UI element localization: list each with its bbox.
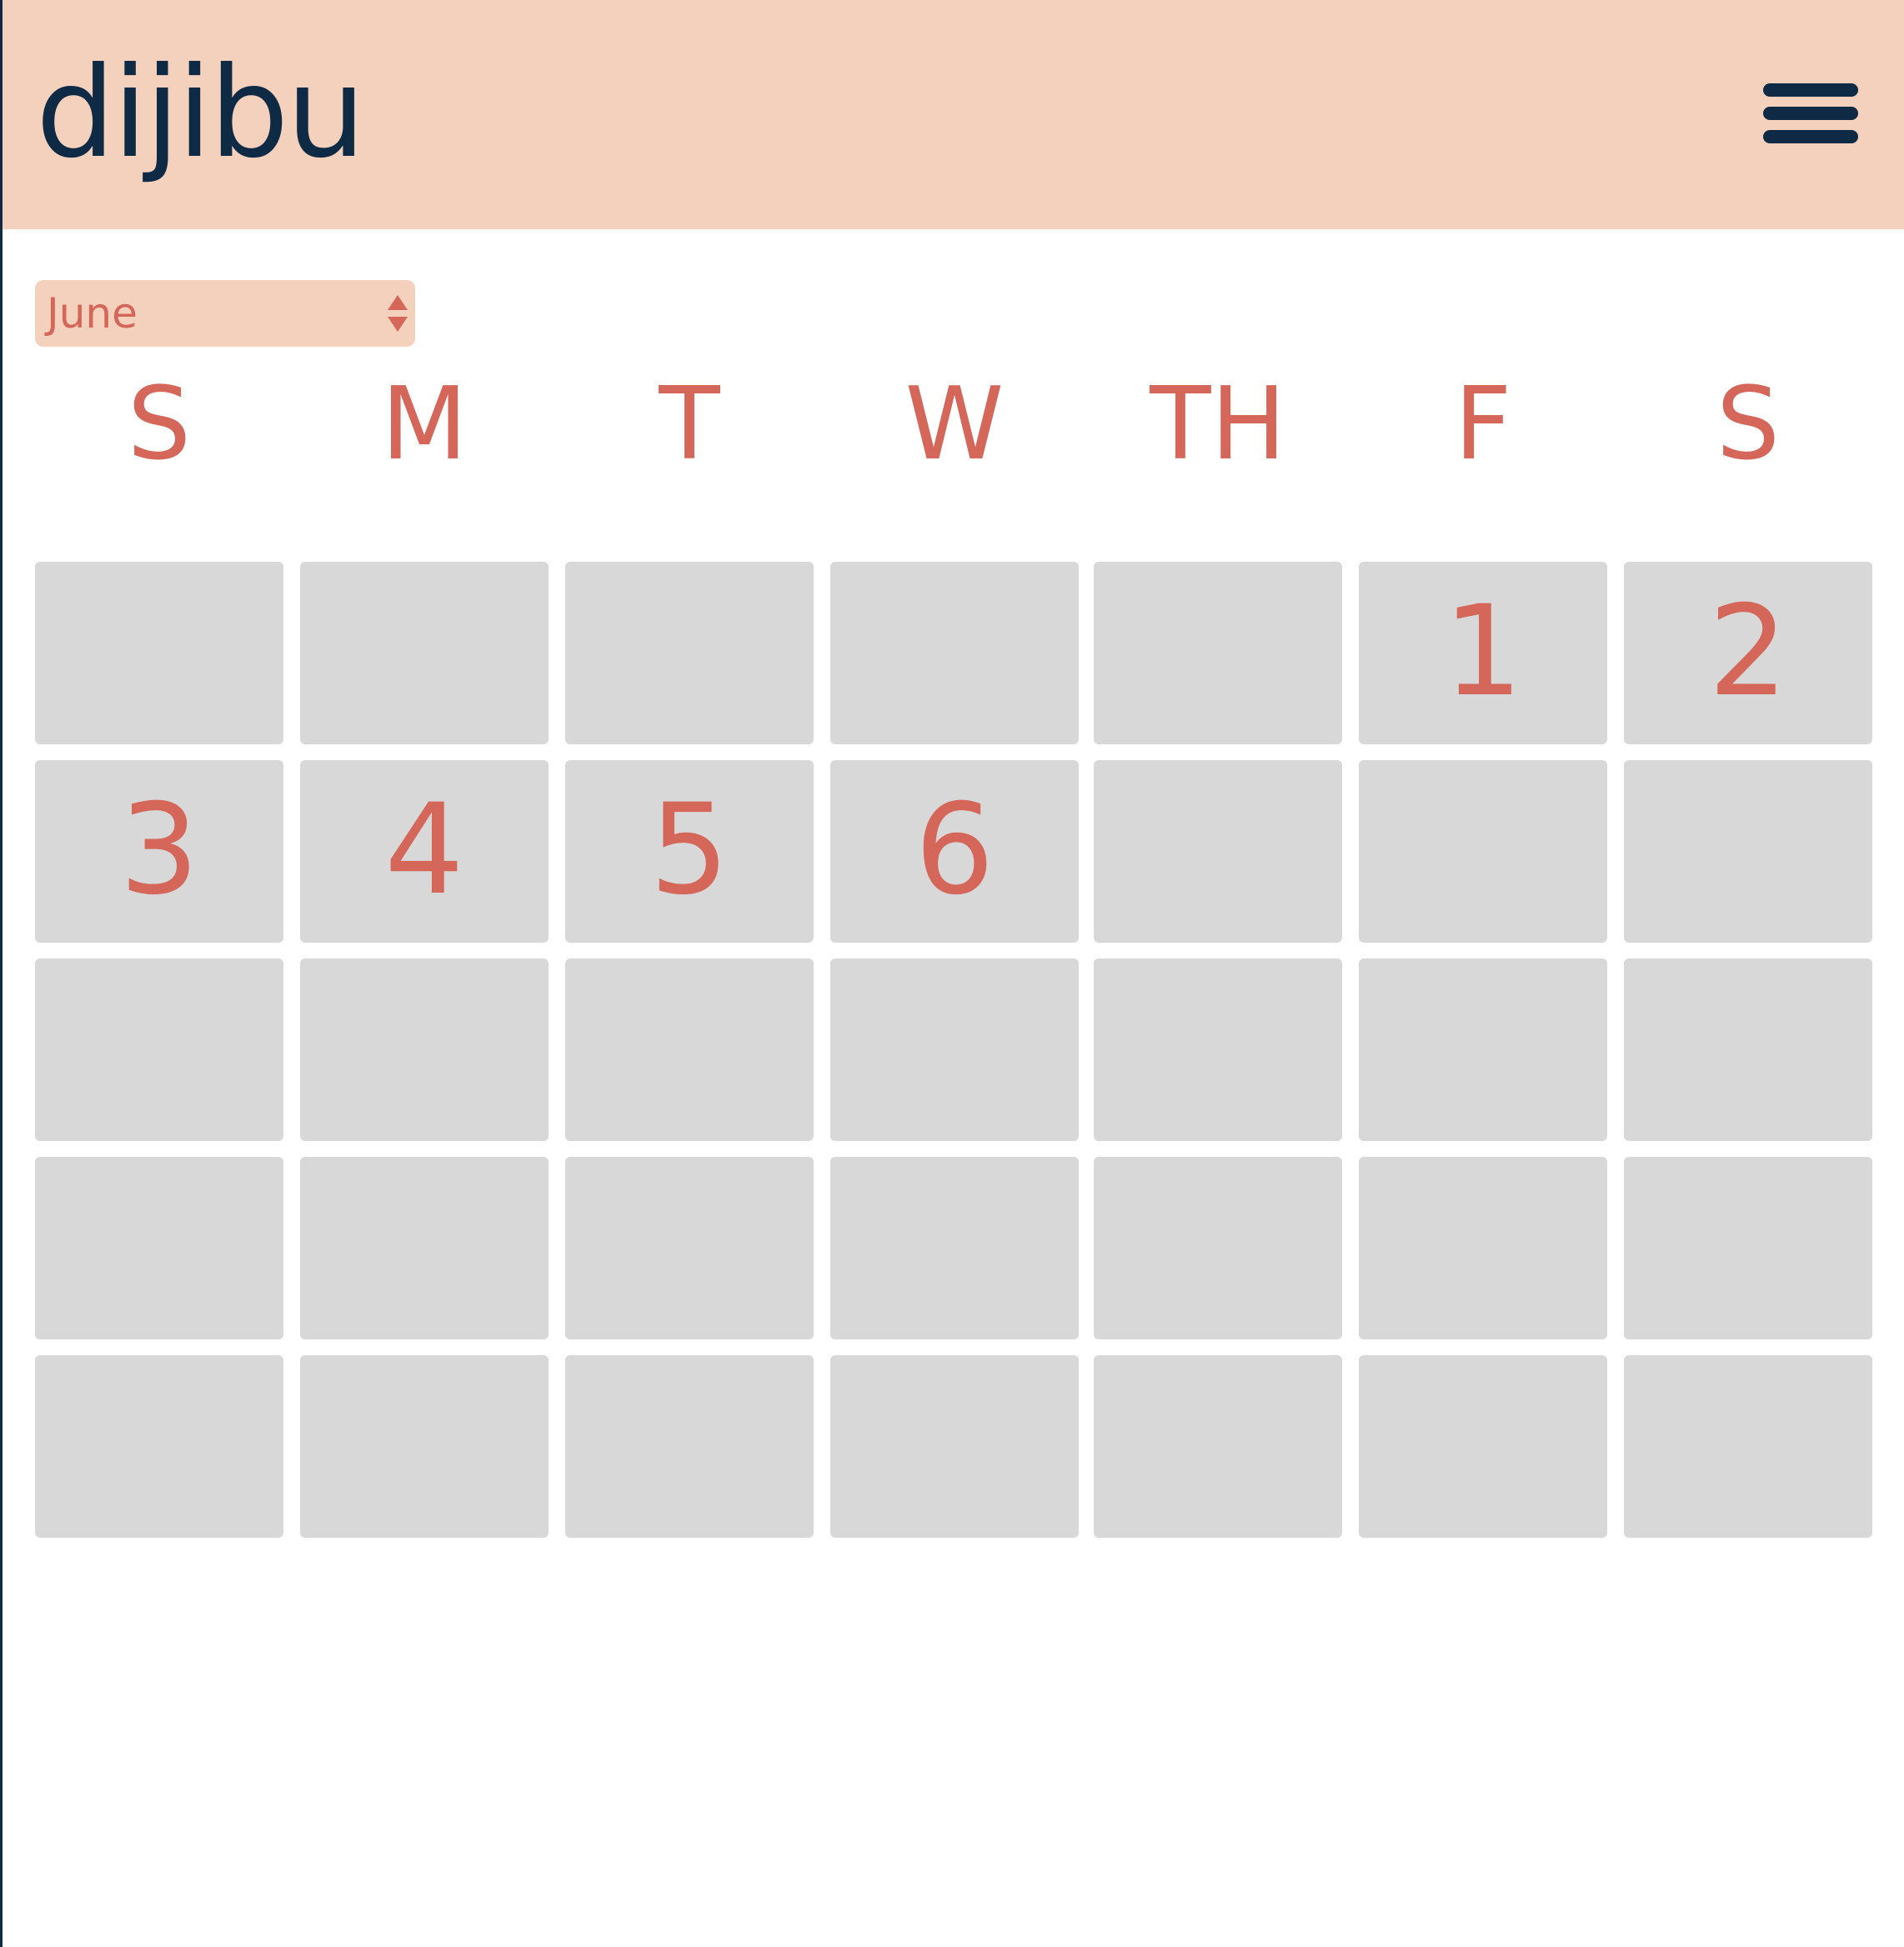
- calendar-day-cell[interactable]: [300, 1355, 549, 1538]
- calendar-day-cell[interactable]: [830, 562, 1079, 744]
- calendar-day-cell[interactable]: [565, 562, 814, 744]
- weekday-wednesday: W: [904, 367, 1005, 483]
- left-edge-rule: [0, 0, 3, 1947]
- calendar-day-cell[interactable]: [1094, 958, 1342, 1141]
- calendar-day-cell[interactable]: [565, 958, 814, 1141]
- calendar-day-cell[interactable]: [1094, 1355, 1342, 1538]
- calendar-day-cell[interactable]: 1: [1359, 562, 1607, 744]
- calendar-day-cell[interactable]: [300, 562, 549, 744]
- app-logo: dijibu: [36, 41, 366, 186]
- calendar-day-cell[interactable]: [1094, 1157, 1342, 1339]
- day-number: 2: [1708, 579, 1788, 724]
- calendar-day-cell[interactable]: [1624, 1157, 1872, 1339]
- calendar-day-cell[interactable]: 6: [830, 760, 1079, 943]
- calendar-day-cell[interactable]: [830, 1355, 1079, 1538]
- weekday-tuesday: T: [659, 367, 720, 483]
- day-number: 6: [914, 778, 995, 923]
- calendar-day-cell[interactable]: [1359, 760, 1607, 943]
- calendar-day-cell[interactable]: [830, 958, 1079, 1141]
- calendar-day-cell[interactable]: [35, 1355, 283, 1538]
- hamburger-icon: [1763, 107, 1858, 120]
- day-number: 3: [119, 778, 199, 923]
- day-number: 4: [384, 778, 464, 923]
- day-number: 5: [649, 778, 729, 923]
- calendar-day-cell[interactable]: 3: [35, 760, 283, 943]
- hamburger-icon: [1763, 83, 1858, 97]
- hamburger-icon: [1763, 130, 1858, 143]
- calendar-day-cell[interactable]: [1624, 760, 1872, 943]
- calendar-day-cell[interactable]: [35, 958, 283, 1141]
- calendar-day-cell[interactable]: [1359, 958, 1607, 1141]
- calendar-day-cell[interactable]: [300, 958, 549, 1141]
- calendar-day-cell[interactable]: [1359, 1355, 1607, 1538]
- updown-arrows-icon: [388, 295, 408, 332]
- calendar-day-cell[interactable]: [1094, 562, 1342, 744]
- calendar-day-cell[interactable]: [565, 1355, 814, 1538]
- calendar-day-cell[interactable]: [1624, 958, 1872, 1141]
- app-header: dijibu: [3, 0, 1904, 229]
- weekday-monday: M: [381, 367, 468, 483]
- calendar-day-cell[interactable]: [830, 1157, 1079, 1339]
- weekday-thursday: TH: [1150, 367, 1286, 483]
- calendar-day-cell[interactable]: 5: [565, 760, 814, 943]
- calendar-day-cell[interactable]: [35, 562, 283, 744]
- month-select-value: June: [47, 289, 138, 338]
- weekday-saturday: S: [1716, 367, 1781, 483]
- calendar-day-cell[interactable]: 2: [1624, 562, 1872, 744]
- menu-button[interactable]: [1763, 83, 1858, 143]
- day-number: 1: [1443, 579, 1523, 724]
- calendar-day-cell[interactable]: [1094, 760, 1342, 943]
- calendar-day-cell[interactable]: [35, 1157, 283, 1339]
- calendar-day-cell[interactable]: [300, 1157, 549, 1339]
- month-select[interactable]: June: [35, 280, 415, 347]
- calendar-day-cell[interactable]: [565, 1157, 814, 1339]
- calendar-day-cell[interactable]: 4: [300, 760, 549, 943]
- calendar-day-cell[interactable]: [1624, 1355, 1872, 1538]
- weekday-friday: F: [1454, 367, 1512, 483]
- calendar-day-cell[interactable]: [1359, 1157, 1607, 1339]
- weekday-sunday: S: [127, 367, 192, 483]
